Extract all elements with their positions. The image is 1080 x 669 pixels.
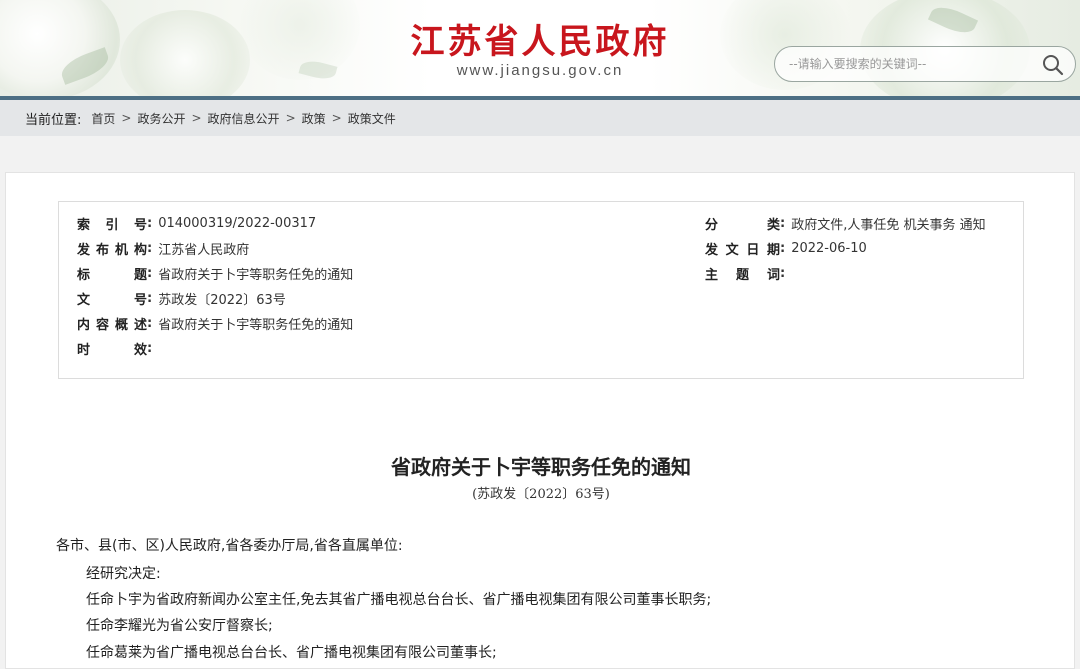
meta-key: 标题 [77,268,147,283]
meta-summary: 内容概述: 省政府关于卜宇等职务任免的通知 [77,316,354,333]
meta-value: 省政府关于卜宇等职务任免的通知 [158,318,354,333]
breadcrumb-home[interactable]: 首页 [91,110,115,127]
breadcrumb-policy-docs[interactable]: 政策文件 [348,110,396,127]
search-box [774,46,1076,82]
meta-index-number: 索引号:014000319/2022-00317 [77,216,317,233]
meta-value: 2022-06-10 [791,241,867,256]
meta-key: 文号 [77,293,147,308]
meta-value: 苏政发〔2022〕63号 [158,293,286,308]
breadcrumb-label: 当前位置: [25,112,82,128]
document-paragraph: 任命卜宇为省政府新闻办公室主任,免去其省广播电视总台台长、省广播电视集团有限公司… [86,592,712,608]
meta-key: 分类 [705,218,780,233]
breadcrumb-separator: > [191,111,202,125]
meta-publisher: 发布机构: 江苏省人民政府 [77,241,250,258]
meta-value: 省政府关于卜宇等职务任免的通知 [158,268,354,283]
document-number: (苏政发〔2022〕63号) [472,487,610,502]
breadcrumb-gov-affairs[interactable]: 政务公开 [137,110,185,127]
breadcrumb-policy[interactable]: 政策 [302,110,326,127]
meta-title: 标题: 省政府关于卜宇等职务任免的通知 [77,266,354,283]
meta-key: 索引号 [77,218,147,233]
meta-publish-date: 发文日期:2022-06-10 [705,241,867,258]
document-paragraph: 任命葛莱为省广播电视总台台长、省广播电视集团有限公司董事长; [86,645,497,661]
document-salutation: 各市、县(市、区)人民政府,省各委办厅局,省各直属单位: [56,538,403,554]
document-meta-table: 索引号:014000319/2022-00317 发布机构: 江苏省人民政府 标题… [58,201,1024,379]
meta-key: 发文日期 [705,243,780,258]
meta-key: 内容概述 [77,318,147,333]
breadcrumb-separator: > [121,111,132,125]
search-icon[interactable] [1041,53,1065,77]
meta-value: 014000319/2022-00317 [158,216,317,231]
document-title: 省政府关于卜宇等职务任免的通知 [391,455,691,479]
meta-value: 政府文件,人事任免 机关事务 通知 [791,218,986,233]
document-paragraph: 经研究决定: [86,566,161,582]
site-header: 江苏省人民政府 www.jiangsu.gov.cn [0,0,1080,96]
breadcrumb-gov-info[interactable]: 政府信息公开 [208,110,280,127]
breadcrumb-separator: > [285,111,296,125]
meta-key: 主题词 [705,268,780,283]
breadcrumb-separator: > [331,111,342,125]
meta-value: 江苏省人民政府 [158,243,250,258]
meta-doc-number: 文号: 苏政发〔2022〕63号 [77,291,286,308]
main-content: 索引号:014000319/2022-00317 发布机构: 江苏省人民政府 标题… [5,172,1075,669]
meta-keywords: 主题词: [705,266,786,283]
search-input[interactable] [789,53,1039,75]
meta-key: 发布机构 [77,243,147,258]
breadcrumb: 当前位置: 首页 > 政务公开 > 政府信息公开 > 政策 > 政策文件 [0,100,1080,136]
meta-validity: 时效: [77,341,153,358]
document-paragraph: 任命李耀光为省公安厅督察长; [86,618,273,634]
meta-category: 分类: 政府文件,人事任免 机关事务 通知 [705,216,986,233]
meta-key: 时效 [77,343,147,358]
